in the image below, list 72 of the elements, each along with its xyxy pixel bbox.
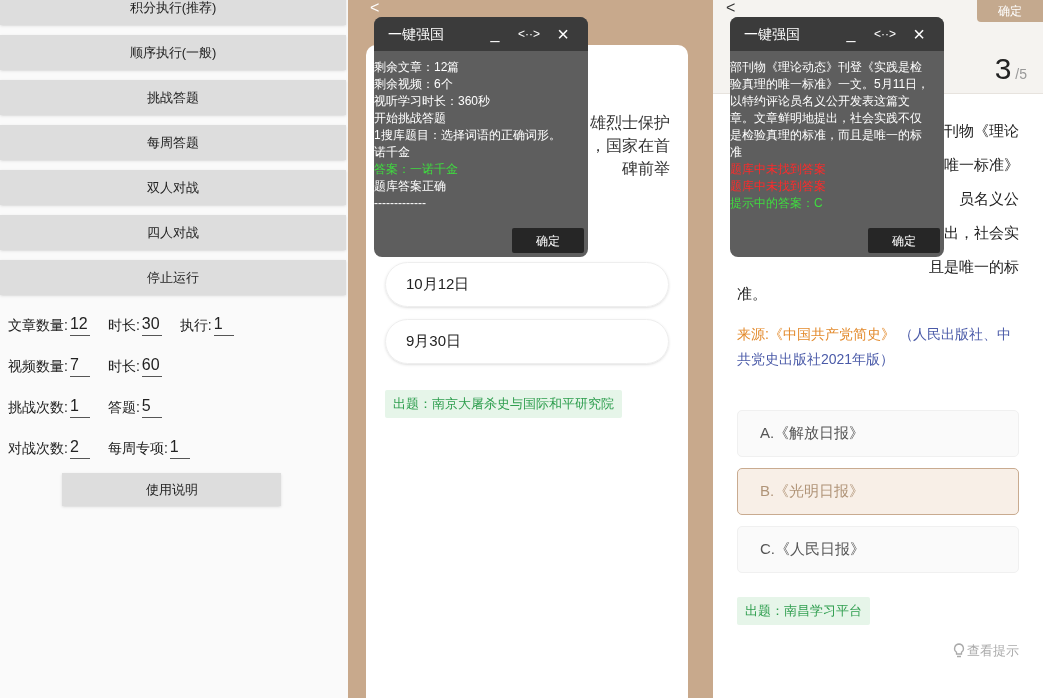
- setting-label: 执行:: [179, 316, 212, 335]
- action-button[interactable]: 每周答题: [0, 125, 346, 160]
- action-button[interactable]: 积分执行(推荐): [0, 0, 346, 25]
- question-counter: 3: [994, 53, 1012, 85]
- setting-input[interactable]: 30: [141, 313, 162, 336]
- log-line: 1搜库题目：选择词语的正确词形。: [374, 127, 562, 144]
- action-button[interactable]: 停止运行: [0, 260, 346, 295]
- action-button[interactable]: 四人对战: [0, 215, 346, 250]
- log-line: 验真理的唯一标准》一文。5月11日，: [730, 76, 931, 93]
- help-button[interactable]: 使用说明: [62, 473, 281, 506]
- source-text: 来源:《中国共产党简史》 （人民出版社、中共党史出版社2021年版）: [737, 325, 1012, 369]
- question-text: 碑前举: [622, 159, 670, 179]
- confirm-button[interactable]: 确定: [868, 228, 940, 253]
- minimize-button[interactable]: _: [840, 22, 862, 46]
- question-text: 出，社会实: [944, 223, 1019, 243]
- log-line: 以特约评论员名义公开发表这篇文: [730, 93, 911, 110]
- log-line: 视听学习时长：360秒: [374, 93, 492, 110]
- log-line: 剩余视频：6个: [374, 76, 454, 93]
- question-text: 刊物《理论: [944, 121, 1019, 141]
- setting-input[interactable]: 60: [141, 354, 162, 377]
- expand-button[interactable]: <··>: [866, 25, 904, 43]
- log-line: 题库中未找到答案: [730, 178, 827, 195]
- setting-input[interactable]: 1: [69, 395, 90, 418]
- answer-option[interactable]: C.《人民日报》: [737, 526, 1019, 573]
- answer-option[interactable]: A.《解放日报》: [737, 410, 1019, 457]
- question-text: 雄烈士保护: [590, 113, 670, 133]
- question-total: /5: [1015, 65, 1027, 84]
- setting-label: 视频数量:: [8, 357, 68, 376]
- confirm-button[interactable]: 确定: [512, 228, 584, 253]
- log-line: 章。文章鲜明地提出，社会实践不仅: [730, 110, 923, 127]
- question-text: 且是唯一的标: [929, 257, 1019, 277]
- setting-input[interactable]: 5: [141, 395, 162, 418]
- log-line: 是检验真理的标准，而且是唯一的标: [730, 127, 923, 144]
- log-line: 部刊物《理论动态》刊登《实践是检: [730, 59, 923, 76]
- log-line: 题库答案正确: [374, 178, 447, 195]
- setting-input[interactable]: 2: [69, 436, 90, 459]
- window-title: 一键强国: [388, 24, 445, 44]
- log-line: 剩余文章：12篇: [374, 59, 461, 76]
- action-button[interactable]: 双人对战: [0, 170, 346, 205]
- window-title: 一键强国: [744, 24, 801, 44]
- log-line: 开始挑战答题: [374, 110, 447, 127]
- question-text: ，国家在首: [590, 136, 670, 156]
- source-tag: 出题：南昌学习平台: [737, 597, 870, 625]
- back-button[interactable]: <: [726, 0, 736, 16]
- close-button[interactable]: ×: [908, 19, 930, 49]
- log-line: 答案：一诺千金: [374, 161, 459, 178]
- log-line: 诺千金: [374, 144, 411, 161]
- close-button[interactable]: ×: [552, 19, 574, 49]
- setting-input[interactable]: 1: [169, 436, 190, 459]
- setting-input[interactable]: 12: [69, 313, 90, 336]
- setting-label: 每周专项:: [107, 439, 168, 458]
- minimize-button[interactable]: _: [484, 22, 506, 46]
- setting-label: 挑战次数:: [8, 398, 68, 417]
- log-line: 准: [730, 144, 743, 161]
- setting-label: 对战次数:: [8, 439, 68, 458]
- log-line: -------------: [374, 195, 427, 212]
- source-tag: 出题：南京大屠杀史与国际和平研究院: [385, 390, 622, 418]
- question-text: 唯一标准》: [944, 155, 1019, 175]
- question-text: 员名义公: [959, 189, 1019, 209]
- setting-input[interactable]: 7: [69, 354, 90, 377]
- setting-label: 时长:: [107, 316, 140, 335]
- question-text: 准。: [737, 284, 768, 304]
- expand-button[interactable]: <··>: [510, 25, 548, 43]
- log-line: 题库中未找到答案: [730, 161, 827, 178]
- setting-input[interactable]: 1: [213, 313, 234, 336]
- setting-label: 时长:: [107, 357, 140, 376]
- action-button[interactable]: 顺序执行(一般): [0, 35, 346, 70]
- action-button[interactable]: 挑战答题: [0, 80, 346, 115]
- log-line: 提示中的答案：C: [730, 195, 824, 212]
- setting-label: 文章数量:: [8, 316, 68, 335]
- setting-label: 答题:: [107, 398, 140, 417]
- lightbulb-icon: [953, 642, 965, 658]
